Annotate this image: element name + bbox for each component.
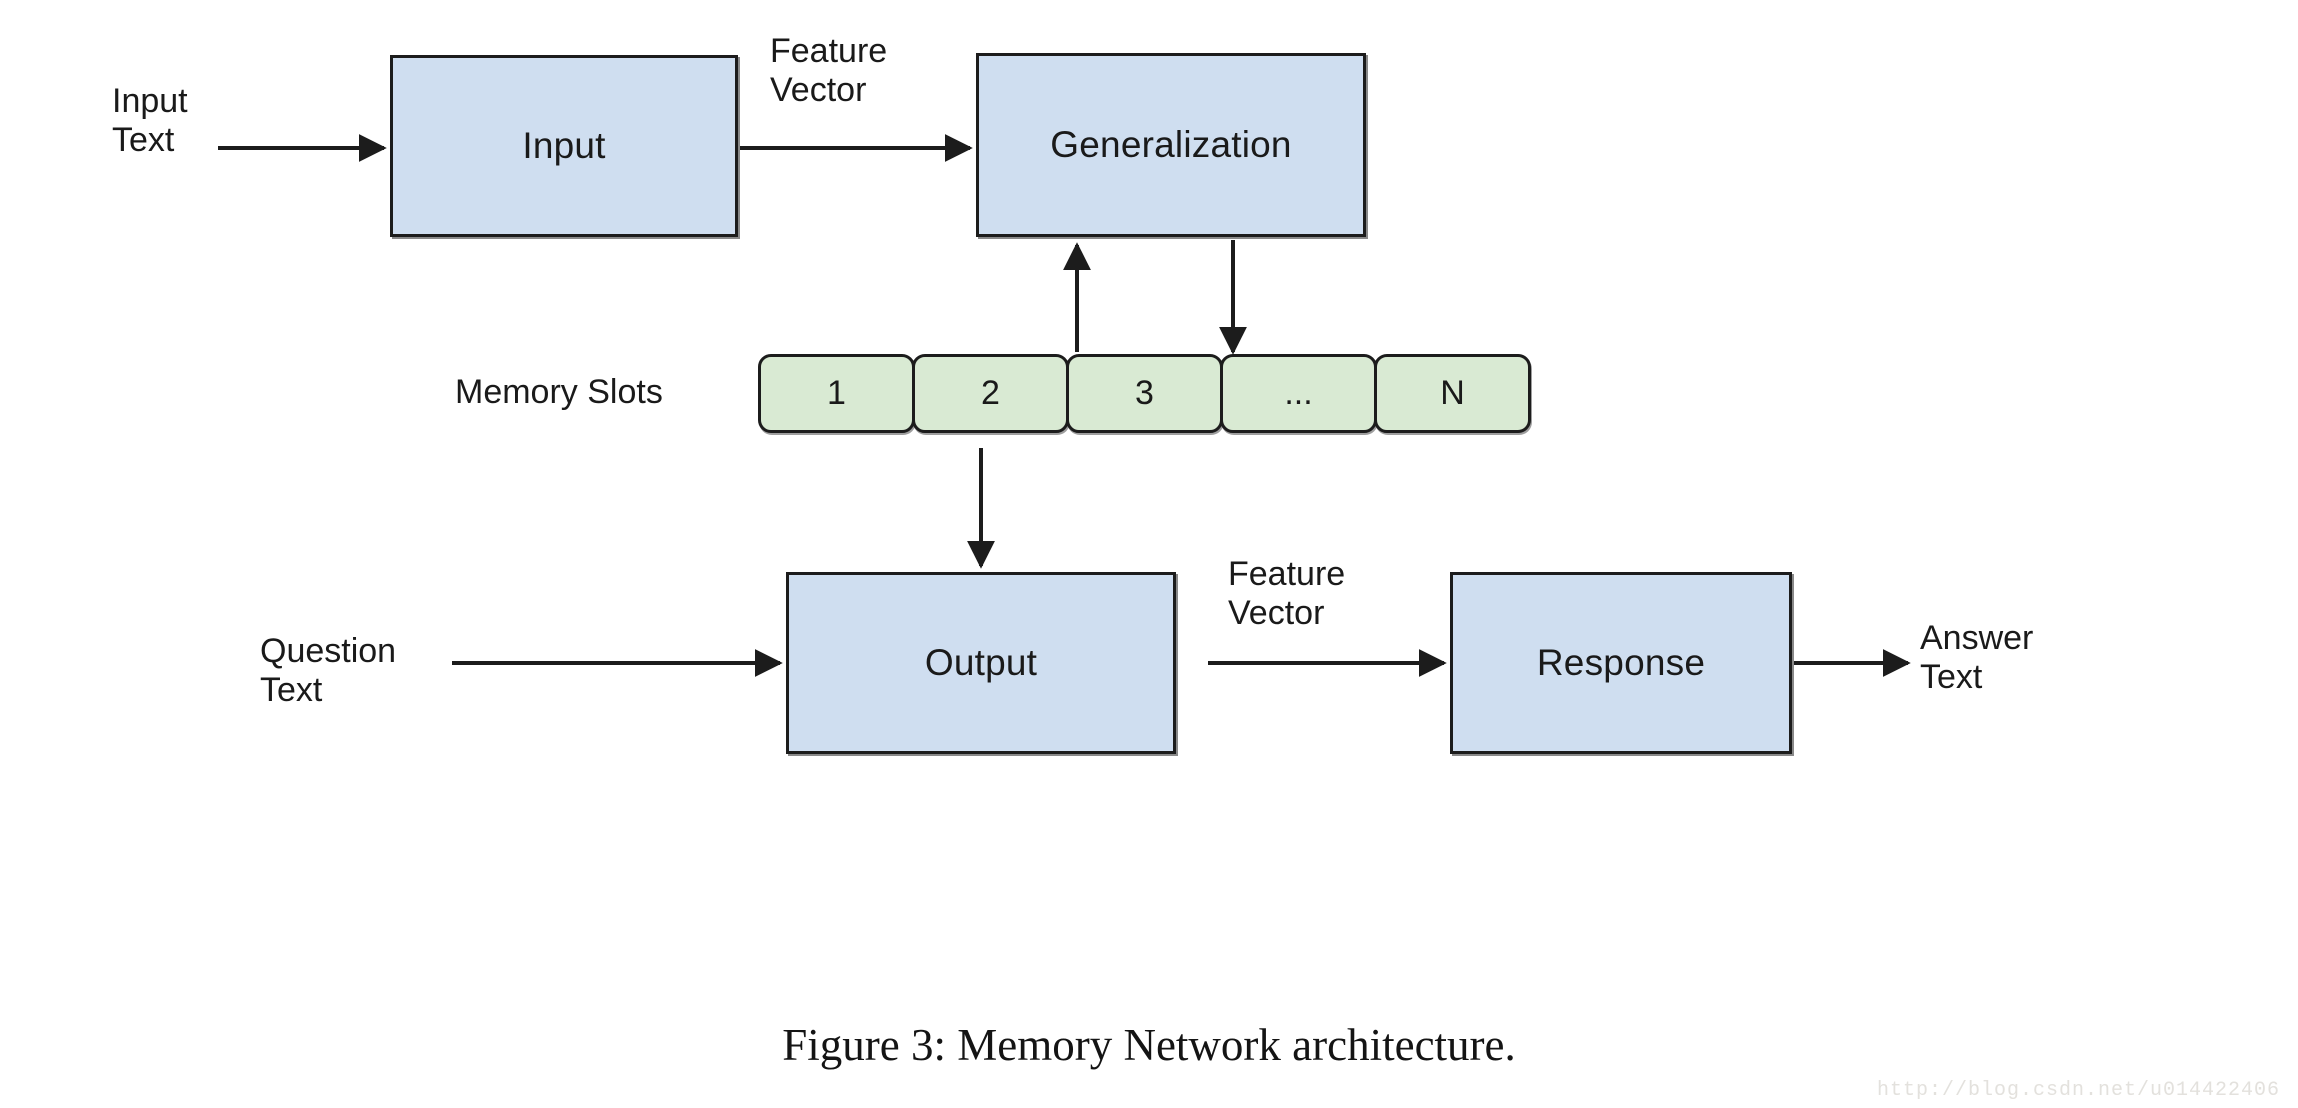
label-answer-text: Answer Text	[1920, 619, 2034, 696]
node-generalization[interactable]: Generalization	[976, 53, 1366, 237]
memory-network-diagram: Input Generalization Output Response 1 2…	[0, 0, 2298, 1108]
node-response-label: Response	[1536, 642, 1706, 683]
label-question-text: Question Text	[260, 632, 397, 709]
label-input-text: Input Text	[112, 82, 188, 159]
memory-slot[interactable]: 2	[912, 354, 1069, 433]
memory-slot[interactable]: N	[1374, 354, 1531, 433]
label-memory-slots: Memory Slots	[455, 373, 663, 411]
node-response[interactable]: Response	[1450, 572, 1792, 754]
memory-slots-row: 1 2 3 ... N	[758, 354, 1531, 433]
memory-slot[interactable]: 1	[758, 354, 915, 433]
node-generalization-label: Generalization	[1050, 124, 1292, 165]
label-feature-vector-top: Feature Vector	[770, 32, 888, 109]
figure-canvas: Input Generalization Output Response 1 2…	[0, 0, 2298, 1108]
node-output-label: Output	[924, 642, 1038, 683]
node-output[interactable]: Output	[786, 572, 1176, 754]
node-input-label: Input	[522, 125, 606, 166]
memory-slot[interactable]: 3	[1066, 354, 1223, 433]
label-feature-vector-bottom: Feature Vector	[1228, 555, 1346, 632]
node-input[interactable]: Input	[390, 55, 738, 237]
memory-slot[interactable]: ...	[1220, 354, 1377, 433]
watermark-url: http://blog.csdn.net/u014422406	[1876, 1079, 2280, 1102]
figure-caption: Figure 3: Memory Network architecture.	[782, 1020, 1516, 1070]
